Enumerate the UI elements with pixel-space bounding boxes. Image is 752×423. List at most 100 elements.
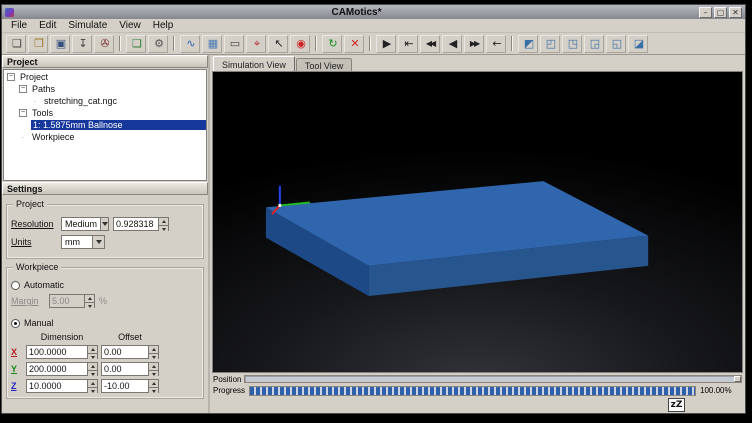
step-up-icon[interactable] bbox=[149, 363, 158, 371]
collapse-icon[interactable]: − bbox=[19, 85, 27, 93]
view-right-button[interactable]: ◲ bbox=[584, 35, 604, 53]
z-axis-label[interactable]: Z bbox=[11, 381, 23, 391]
select-mode-button[interactable]: ↖ bbox=[268, 35, 288, 53]
title-bar[interactable]: CAMotics* – ▢ ✕ bbox=[2, 5, 745, 19]
step-up-icon[interactable] bbox=[88, 380, 97, 388]
tree-item-paths[interactable]: − Paths bbox=[4, 83, 206, 95]
collapse-icon[interactable]: − bbox=[19, 109, 27, 117]
view-bottom-button[interactable]: ◪ bbox=[628, 35, 648, 53]
position-slider-handle[interactable] bbox=[734, 376, 741, 382]
step-down-icon[interactable] bbox=[88, 354, 97, 361]
new-project-button[interactable]: ❏ bbox=[6, 35, 26, 53]
menu-view[interactable]: View bbox=[113, 19, 147, 32]
stepper-arrows[interactable] bbox=[87, 346, 97, 358]
toggle-bounds-button[interactable]: ▭ bbox=[224, 35, 244, 53]
resolution-label[interactable]: Resolution bbox=[11, 219, 57, 229]
tab-tool-view[interactable]: Tool View bbox=[296, 58, 352, 71]
resolution-select[interactable]: Medium bbox=[61, 217, 109, 231]
left-dock: Project − Project − Paths · stretching_c… bbox=[2, 55, 210, 413]
tree-item-workpiece[interactable]: · Workpiece bbox=[4, 131, 206, 143]
step-down-icon[interactable] bbox=[88, 388, 97, 395]
export-button[interactable]: ↧ bbox=[72, 35, 92, 53]
leaf-icon: · bbox=[19, 133, 27, 142]
y-offset-stepper[interactable]: 0.00 bbox=[101, 362, 159, 376]
step-up-icon[interactable] bbox=[159, 218, 168, 226]
x-axis-label[interactable]: X bbox=[11, 347, 23, 357]
menu-edit[interactable]: Edit bbox=[33, 19, 62, 32]
step-down-icon[interactable] bbox=[149, 388, 158, 395]
step-up-icon[interactable] bbox=[149, 346, 158, 354]
tree-item-label: Workpiece bbox=[30, 132, 76, 142]
stepper-arrows[interactable] bbox=[148, 346, 158, 358]
menu-bar: File Edit Simulate View Help bbox=[2, 19, 745, 33]
main-view: Simulation View Tool View Position bbox=[210, 55, 745, 413]
simulation-viewport[interactable] bbox=[212, 71, 743, 373]
z-offset-stepper[interactable]: -10.00 bbox=[101, 379, 159, 393]
tree-item-file[interactable]: · stretching_cat.ngc bbox=[4, 95, 206, 107]
units-label[interactable]: Units bbox=[11, 237, 57, 247]
step-down-icon[interactable] bbox=[88, 371, 97, 378]
tree-item-tool-selected[interactable]: 1: 1.5875mm Ballnose bbox=[4, 119, 206, 131]
toolbar-separator bbox=[369, 36, 371, 51]
minimize-button[interactable]: – bbox=[699, 7, 712, 18]
toggle-axes-button[interactable]: ⌖ bbox=[246, 35, 266, 53]
stepper-arrows[interactable] bbox=[158, 218, 168, 230]
begin-button[interactable]: ⇤ bbox=[398, 35, 418, 53]
reload-button[interactable]: ↻ bbox=[322, 35, 342, 53]
chevron-down-icon[interactable] bbox=[92, 236, 104, 248]
units-select[interactable]: mm bbox=[61, 235, 105, 249]
settings-panel: Project Resolution Medium 0.928318 bbox=[2, 195, 208, 413]
faster-button[interactable]: ▶▶ bbox=[464, 35, 484, 53]
collapse-icon[interactable]: − bbox=[7, 73, 15, 81]
direction-button[interactable]: ← bbox=[486, 35, 506, 53]
step-up-icon[interactable] bbox=[88, 363, 97, 371]
tree-item-project[interactable]: − Project bbox=[4, 71, 206, 83]
view-isometric-button[interactable]: ◩ bbox=[518, 35, 538, 53]
add-tool-button[interactable]: ⚙ bbox=[148, 35, 168, 53]
add-file-button[interactable]: ❏ bbox=[126, 35, 146, 53]
view-top-button[interactable]: ◳ bbox=[562, 35, 582, 53]
menu-simulate[interactable]: Simulate bbox=[62, 19, 113, 32]
reverse-button[interactable]: ◀ bbox=[442, 35, 462, 53]
open-project-button[interactable]: ❒ bbox=[28, 35, 48, 53]
save-project-button[interactable]: ▣ bbox=[50, 35, 70, 53]
desktop: { "window": { "title": "CAMotics*", "min… bbox=[0, 0, 752, 423]
workpiece-3d-scene bbox=[213, 72, 742, 372]
dimensions-table: Dimension Offset X 100.0000 0.00 Y bbox=[11, 332, 199, 393]
stepper-arrows[interactable] bbox=[148, 380, 158, 392]
step-down-icon[interactable] bbox=[159, 226, 168, 233]
maximize-button[interactable]: ▢ bbox=[714, 7, 727, 18]
step-down-icon[interactable] bbox=[149, 371, 158, 378]
close-button[interactable]: ✕ bbox=[729, 7, 742, 18]
tab-simulation-view[interactable]: Simulation View bbox=[213, 56, 295, 71]
toggle-tool-path-button[interactable]: ∿ bbox=[180, 35, 200, 53]
x-offset-stepper[interactable]: 0.00 bbox=[101, 345, 159, 359]
step-up-icon[interactable] bbox=[88, 346, 97, 354]
step-up-icon[interactable] bbox=[149, 380, 158, 388]
stepper-arrows[interactable] bbox=[87, 363, 97, 375]
manual-radio[interactable] bbox=[11, 319, 20, 328]
tree-item-tools[interactable]: − Tools bbox=[4, 107, 206, 119]
menu-help[interactable]: Help bbox=[147, 19, 180, 32]
menu-file[interactable]: File bbox=[5, 19, 33, 32]
chevron-down-icon[interactable] bbox=[100, 218, 108, 230]
stepper-arrows[interactable] bbox=[148, 363, 158, 375]
y-axis-label[interactable]: Y bbox=[11, 364, 23, 374]
stop-button[interactable]: ✕ bbox=[344, 35, 364, 53]
run-button[interactable]: ▶ bbox=[376, 35, 396, 53]
z-dimension-stepper[interactable]: 10.0000 bbox=[26, 379, 98, 393]
sleep-indicator-icon[interactable]: zZ bbox=[668, 398, 685, 412]
toggle-surface-button[interactable]: ▦ bbox=[202, 35, 222, 53]
position-slider[interactable] bbox=[244, 375, 742, 383]
toggle-origin-button[interactable]: ◉ bbox=[290, 35, 310, 53]
automatic-radio[interactable] bbox=[11, 281, 20, 290]
view-back-button[interactable]: ◱ bbox=[606, 35, 626, 53]
resolution-number-stepper[interactable]: 0.928318 bbox=[113, 217, 169, 231]
slower-button[interactable]: ◀◀ bbox=[420, 35, 440, 53]
step-down-icon[interactable] bbox=[149, 354, 158, 361]
y-dimension-stepper[interactable]: 200.0000 bbox=[26, 362, 98, 376]
x-dimension-stepper[interactable]: 100.0000 bbox=[26, 345, 98, 359]
stepper-arrows[interactable] bbox=[87, 380, 97, 392]
snapshot-button[interactable]: ✇ bbox=[94, 35, 114, 53]
view-front-button[interactable]: ◰ bbox=[540, 35, 560, 53]
